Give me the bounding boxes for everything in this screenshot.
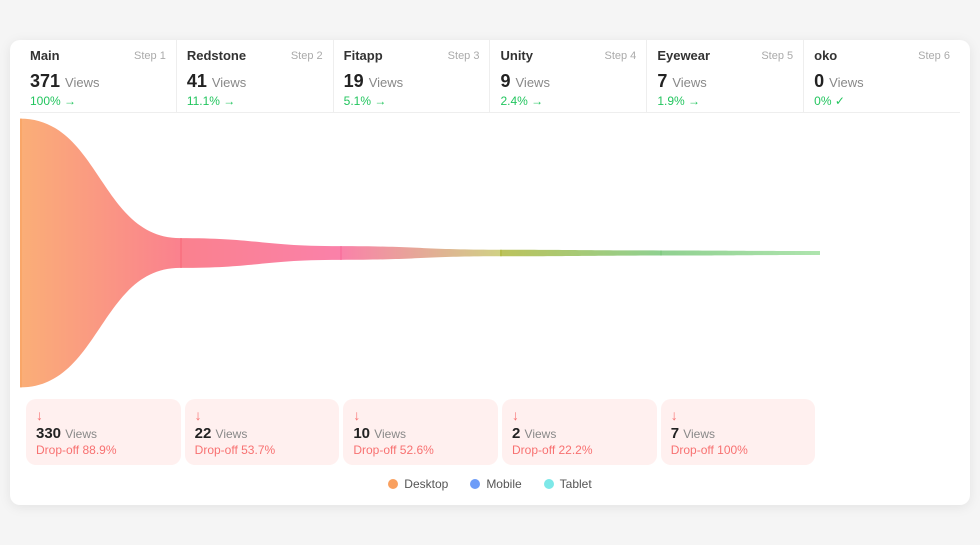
step-col-5: oko Step 6 0 Views0% ✓ [804, 40, 960, 112]
funnel-visual [20, 113, 960, 393]
step-col-4: Eyewear Step 5 7 Views1.9% → [647, 40, 804, 112]
legend-label-0: Desktop [404, 477, 448, 491]
dropoff-label-2: Drop-off 52.6% [353, 443, 434, 457]
step-number-0: Step 1 [134, 50, 166, 62]
dropoff-card-3: ↓ 2 Views Drop-off 22.2% [502, 399, 657, 465]
step-header-5: oko Step 6 [804, 40, 960, 67]
dropoff-arrow-0: ↓ [36, 407, 43, 423]
dropoff-card-1: ↓ 22 Views Drop-off 53.7% [185, 399, 340, 465]
views-pct-1: 11.1% → [177, 92, 333, 112]
views-pct-0: 100% → [20, 92, 176, 112]
step-name-2: Fitapp [344, 48, 383, 63]
dropoff-card-2: ↓ 10 Views Drop-off 52.6% [343, 399, 498, 465]
dropoff-views-1: 22 Views [195, 425, 248, 442]
step-header-0: Main Step 1 [20, 40, 176, 67]
step-number-5: Step 6 [918, 50, 950, 62]
step-header-3: Unity Step 4 [490, 40, 646, 67]
legend-item-2: Tablet [544, 477, 592, 491]
views-count-0: 371 Views [20, 67, 176, 92]
dropoff-arrow-2: ↓ [353, 407, 360, 423]
views-count-4: 7 Views [647, 67, 803, 92]
step-col-1: Redstone Step 2 41 Views11.1% → [177, 40, 334, 112]
step-col-0: Main Step 1 371 Views100% → [20, 40, 177, 112]
step-number-4: Step 5 [761, 50, 793, 62]
dropoff-row: ↓ 330 Views Drop-off 88.9% ↓ 22 Views Dr… [20, 393, 960, 465]
step-number-3: Step 4 [605, 50, 637, 62]
step-name-4: Eyewear [657, 48, 710, 63]
legend-dot-2 [544, 479, 554, 489]
dropoff-label-1: Drop-off 53.7% [195, 443, 276, 457]
legend-row: Desktop Mobile Tablet [20, 477, 960, 491]
step-col-2: Fitapp Step 3 19 Views5.1% → [334, 40, 491, 112]
legend-dot-0 [388, 479, 398, 489]
legend-dot-1 [470, 479, 480, 489]
legend-item-0: Desktop [388, 477, 448, 491]
views-count-5: 0 Views [804, 67, 960, 92]
views-pct-4: 1.9% → [647, 92, 803, 112]
dropoff-arrow-3: ↓ [512, 407, 519, 423]
step-number-1: Step 2 [291, 50, 323, 62]
dropoff-views-2: 10 Views [353, 425, 406, 442]
step-name-3: Unity [500, 48, 533, 63]
dropoff-arrow-4: ↓ [671, 407, 678, 423]
step-header-2: Fitapp Step 3 [334, 40, 490, 67]
views-count-3: 9 Views [490, 67, 646, 92]
step-header-4: Eyewear Step 5 [647, 40, 803, 67]
dropoff-arrow-1: ↓ [195, 407, 202, 423]
step-name-5: oko [814, 48, 837, 63]
dropoff-views-3: 2 Views [512, 425, 556, 442]
dropoff-label-4: Drop-off 100% [671, 443, 748, 457]
funnel-chart: Main Step 1 371 Views100% → Redstone Step 2 4… [10, 40, 970, 505]
dropoff-card-5 [819, 399, 954, 465]
views-pct-2: 5.1% → [334, 92, 490, 112]
views-count-1: 41 Views [177, 67, 333, 92]
views-count-2: 19 Views [334, 67, 490, 92]
step-name-1: Redstone [187, 48, 246, 63]
dropoff-card-4: ↓ 7 Views Drop-off 100% [661, 399, 816, 465]
dropoff-views-0: 330 Views [36, 425, 97, 442]
views-pct-5: 0% ✓ [804, 92, 960, 112]
legend-label-1: Mobile [486, 477, 521, 491]
step-col-3: Unity Step 4 9 Views2.4% → [490, 40, 647, 112]
dropoff-views-4: 7 Views [671, 425, 715, 442]
dropoff-card-0: ↓ 330 Views Drop-off 88.9% [26, 399, 181, 465]
step-number-2: Step 3 [448, 50, 480, 62]
step-header-1: Redstone Step 2 [177, 40, 333, 67]
steps-header-row: Main Step 1 371 Views100% → Redstone Step 2 4… [20, 40, 960, 113]
legend-item-1: Mobile [470, 477, 521, 491]
views-pct-3: 2.4% → [490, 92, 646, 112]
step-name-0: Main [30, 48, 60, 63]
legend-label-2: Tablet [560, 477, 592, 491]
dropoff-label-0: Drop-off 88.9% [36, 443, 117, 457]
dropoff-label-3: Drop-off 22.2% [512, 443, 593, 457]
